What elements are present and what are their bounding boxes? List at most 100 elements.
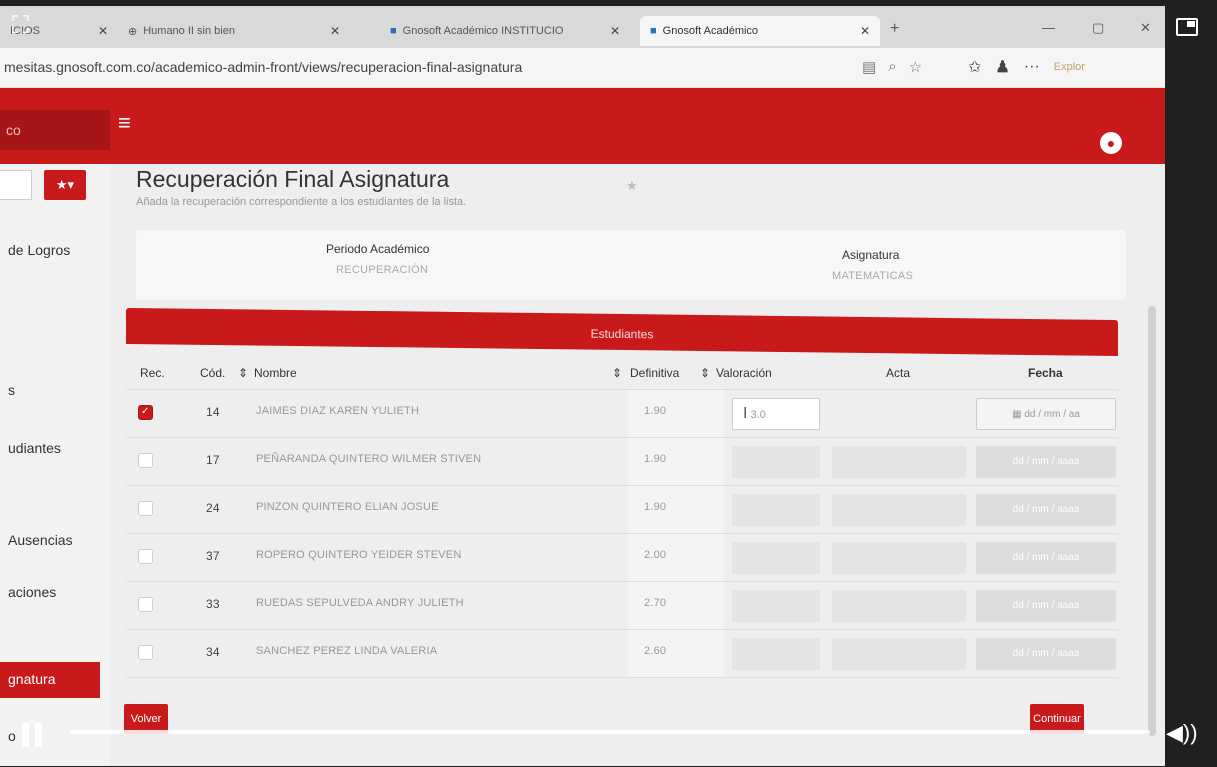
asignatura-value: MATEMATICAS [832,270,914,282]
acta-input[interactable] [832,590,966,622]
valoracion-input[interactable] [732,542,820,574]
close-icon[interactable]: ✕ [90,24,108,38]
cod-cell: 14 [206,405,220,419]
text-cursor-icon: I [743,405,748,422]
fecha-placeholder: dd / mm / aa [1024,409,1080,420]
browser-tab[interactable]: ⊕ Humano II sin bien ✕ [118,16,350,46]
sidebar-item[interactable]: udiantes [8,440,61,456]
more-icon[interactable]: ··· [1024,58,1040,76]
col-nombre[interactable]: Nombre [254,366,297,380]
favorite-icon[interactable]: ☆ [909,58,922,76]
fullscreen-icon[interactable]: ⛶ [12,14,29,38]
user-avatar-icon[interactable]: ● [1100,132,1122,154]
cod-cell: 17 [206,453,220,467]
url-field[interactable]: mesitas.gnosoft.com.co/academico-admin-f… [4,59,522,75]
profile-button[interactable]: Explor [1054,61,1085,73]
address-actions: ▤ ⌕ ☆ [862,58,922,76]
page-subtitle: Añada la recuperación correspondiente a … [136,196,467,208]
valoracion-input[interactable]: I 3.0 [732,398,820,430]
students-table-title: Estudiantes [126,307,1118,357]
extension-icon[interactable]: ♟ [995,57,1009,77]
rec-checkbox[interactable] [138,453,153,468]
sort-icon[interactable]: ⇕ [700,366,710,380]
picture-in-picture-icon[interactable] [1176,18,1198,36]
periodo-label: Periodo Académico [326,242,430,256]
calendar-icon[interactable]: ▦ [1012,409,1021,420]
col-acta: Acta [886,366,911,380]
close-icon[interactable]: ✕ [322,24,340,38]
definitiva-cell: 1.90 [644,405,667,417]
fecha-input[interactable]: dd / mm / aaaa [976,446,1116,478]
valoracion-input[interactable] [732,446,820,478]
close-icon[interactable]: ✕ [852,24,870,38]
close-icon[interactable]: ✕ [602,24,620,38]
rec-checkbox[interactable] [138,549,153,564]
table-header-row: Rec. Cód. ⇕ Nombre ⇕ Definitiva ⇕ Valora… [126,360,1118,390]
sidebar-item[interactable]: Ausencias [8,532,73,548]
fecha-placeholder: dd / mm / aaaa [1012,504,1080,515]
new-tab-icon[interactable]: + [890,20,899,38]
fecha-placeholder: dd / mm / aaaa [1012,552,1080,563]
acta-input[interactable] [832,542,966,574]
valoracion-input[interactable] [732,494,820,526]
sidebar-search-input[interactable] [0,170,32,200]
asignatura-label: Asignatura [842,248,900,262]
rec-checkbox[interactable] [138,645,153,660]
sidebar-item[interactable]: s [8,382,15,398]
sort-icon[interactable]: ⇕ [238,366,248,380]
definitiva-cell: 2.60 [644,645,667,657]
seek-bar[interactable] [70,730,1150,734]
browser-tab-active[interactable]: ■ Gnosoft Académico ✕ [640,16,880,46]
app-brand[interactable]: co [0,110,110,150]
minimize-icon[interactable]: — [1042,20,1055,35]
app-header: co ≡ ● [0,88,1165,164]
fecha-placeholder: dd / mm / aaaa [1012,648,1080,659]
gnosoft-icon: ■ [390,25,397,37]
definitiva-cell-bg [628,582,724,629]
pause-icon[interactable] [22,723,44,747]
cod-cell: 24 [206,501,220,515]
rec-checkbox[interactable] [138,597,153,612]
definitiva-cell-bg [628,534,724,581]
sidebar-item[interactable]: aciones [8,584,56,600]
col-fecha: Fecha [1028,366,1063,380]
table-row: 24 PINZON QUINTERO ELIAN JOSUE 1.90 dd / mm… [126,486,1118,534]
maximize-icon[interactable]: ▢ [1092,20,1104,36]
page-scrollbar[interactable] [1148,306,1156,736]
periodo-value: RECUPERACIÓN [336,264,429,276]
browser-tab[interactable]: ■ Gnosoft Académico INSTITUCIO ✕ [380,16,630,46]
table-row: 33 RUEDAS SEPULVEDA ANDRY JULIETH 2.70 dd /… [126,582,1118,630]
fecha-input[interactable]: dd / mm / aaaa [976,638,1116,670]
fecha-input[interactable]: dd / mm / aaaa [976,494,1116,526]
sort-icon[interactable]: ⇕ [612,366,622,380]
valoracion-input[interactable] [732,590,820,622]
volume-icon[interactable]: ◀)) [1166,720,1198,746]
rec-checkbox[interactable] [138,501,153,516]
window-close-icon[interactable]: ✕ [1140,20,1151,36]
sidebar-item[interactable]: de Logros [8,242,70,258]
acta-input[interactable] [832,398,966,430]
acta-input[interactable] [832,638,966,670]
col-definitiva[interactable]: Definitiva [630,366,679,380]
favorites-bar-icon[interactable]: ✩ [968,57,981,77]
reader-view-icon[interactable]: ▤ [862,58,876,76]
definitiva-cell-bg [628,390,724,437]
col-valoracion[interactable]: Valoración [716,366,772,380]
fecha-input[interactable]: ▦ dd / mm / aa [976,398,1116,430]
acta-input[interactable] [832,494,966,526]
fecha-input[interactable]: dd / mm / aaaa [976,590,1116,622]
definitiva-cell-bg [628,630,724,677]
favorites-dropdown-button[interactable]: ★▾ [44,170,86,200]
nombre-cell: PEÑARANDA QUINTERO WILMER STIVEN [256,453,482,465]
sidebar-item-active[interactable]: gnatura [0,662,100,698]
globe-icon: ⊕ [128,25,138,38]
table-row: 14 JAIMES DIAZ KAREN YULIETH 1.90 I 3.0 ▦ dd… [126,390,1118,438]
favorite-star-icon[interactable]: ★ [618,178,646,204]
fecha-input[interactable]: dd / mm / aaaa [976,542,1116,574]
col-cod[interactable]: Cód. [200,366,225,380]
valoracion-input[interactable] [732,638,820,670]
acta-input[interactable] [832,446,966,478]
zoom-icon[interactable]: ⌕ [888,58,896,76]
hamburger-menu-icon[interactable]: ≡ [118,110,131,136]
rec-checkbox[interactable] [138,405,153,420]
